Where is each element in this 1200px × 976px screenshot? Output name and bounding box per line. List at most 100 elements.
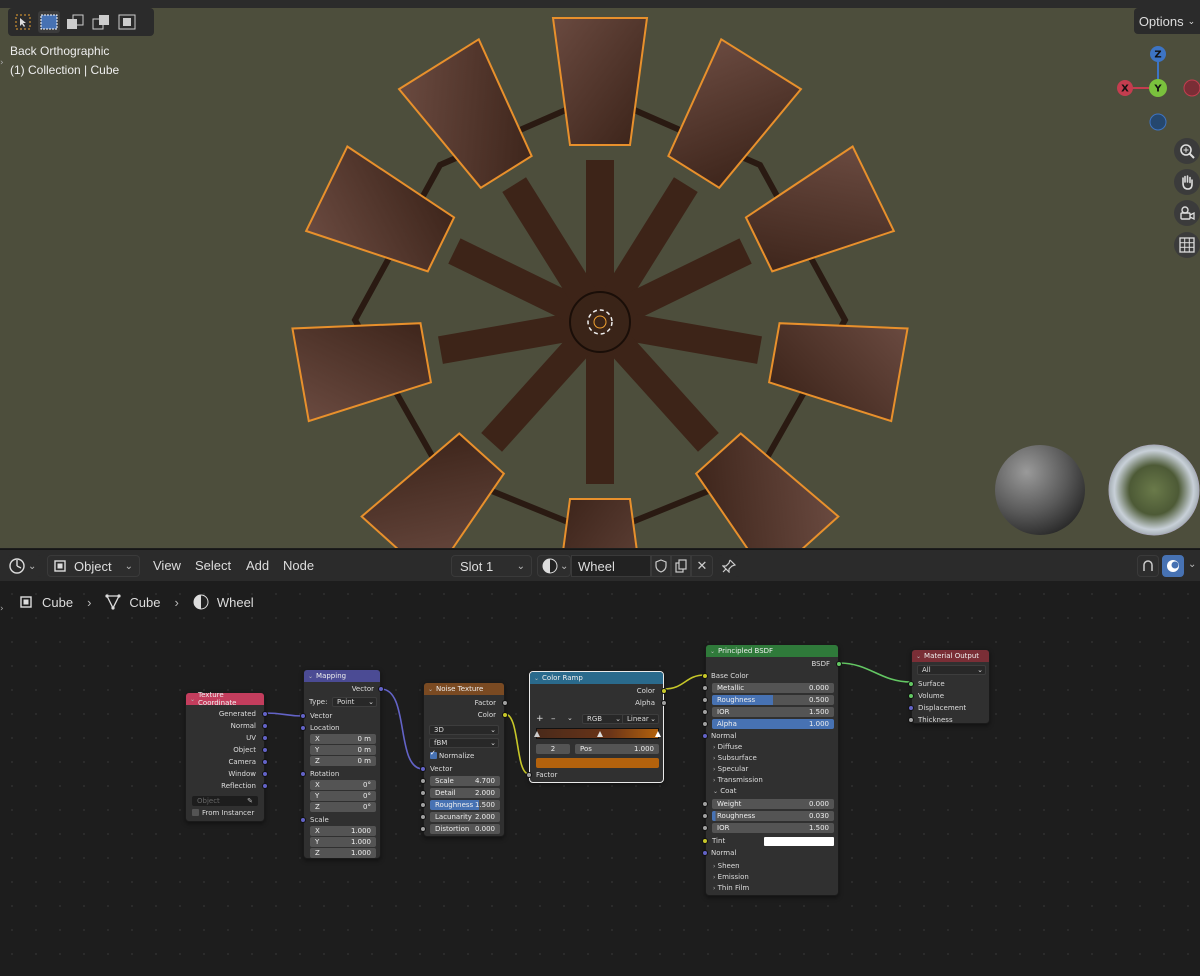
select-tool-icon[interactable] <box>12 11 34 33</box>
scale-z-field[interactable]: Z 1.000 <box>310 848 376 858</box>
detail-field[interactable]: Detail 2.000 <box>430 788 500 798</box>
socket-surface[interactable] <box>908 681 914 687</box>
panel-coat[interactable]: ⌄ Coat <box>713 786 736 796</box>
lacunarity-field[interactable]: Lacunarity 2.000 <box>430 812 500 822</box>
select-extend-icon[interactable] <box>64 11 86 33</box>
interpolation-dropdown[interactable]: Linear ⌄ <box>622 714 659 724</box>
select-subtract-icon[interactable] <box>90 11 112 33</box>
socket-factor-in[interactable] <box>526 772 532 778</box>
socket-lacunarity[interactable] <box>420 814 426 820</box>
socket-volume[interactable] <box>908 693 914 699</box>
panel-sheen[interactable]: › Sheen <box>713 861 740 871</box>
socket-roughness[interactable] <box>420 802 426 808</box>
scale-field[interactable]: Scale 4.700 <box>430 776 500 786</box>
editor-type-button[interactable]: ⌄ <box>8 555 42 577</box>
rotation-z-field[interactable]: Z 0° <box>310 802 376 812</box>
mapping-node[interactable]: ⌄ Mapping Vector Type: Point ⌄ Vector Loca… <box>300 669 384 859</box>
texture-coordinate-node[interactable]: ⌄ Texture Coordinate Generated Normal UV … <box>185 691 268 822</box>
scale-x-field[interactable]: X 1.000 <box>310 826 376 836</box>
pan-hand-icon[interactable] <box>1174 169 1200 195</box>
sidebar-expand-icon[interactable]: › <box>0 58 4 68</box>
camera-view-icon[interactable] <box>1174 200 1200 226</box>
principled-bsdf-node[interactable]: ⌄ Principled BSDF BSDF Base Color Metalli… <box>702 644 842 896</box>
socket-uv[interactable] <box>262 735 268 741</box>
from-instancer-checkbox[interactable] <box>192 809 199 816</box>
menu-select[interactable]: Select <box>195 558 231 573</box>
object-picker-field[interactable]: Object ✎ <box>192 796 258 806</box>
socket-normal[interactable] <box>262 723 268 729</box>
menu-view[interactable]: View <box>153 558 181 573</box>
noise-dimension-dropdown[interactable]: 3D ⌄ <box>429 725 499 735</box>
unlink-material-icon[interactable]: ✕ <box>691 555 713 577</box>
socket-color-out[interactable] <box>502 712 508 718</box>
location-y-field[interactable]: Y0 m <box>310 745 376 755</box>
tint-color-swatch[interactable] <box>764 837 834 846</box>
metallic-field[interactable]: Metallic 0.000 <box>712 683 834 693</box>
menu-add[interactable]: Add <box>246 558 269 573</box>
normalize-checkbox[interactable]: ✓ <box>430 749 437 759</box>
panel-transmission[interactable]: › Transmission <box>713 775 763 785</box>
socket-object[interactable] <box>262 747 268 753</box>
fake-user-shield-icon[interactable] <box>651 555 671 577</box>
socket-bsdf-out[interactable] <box>836 661 842 667</box>
coat-roughness-field[interactable]: Roughness 0.030 <box>712 811 834 821</box>
socket-coat-ior[interactable] <box>702 825 708 831</box>
socket-generated[interactable] <box>262 711 268 717</box>
noise-texture-node[interactable]: ⌄ Noise Texture Factor Color 3D ⌄ fBM ⌄ ✓ N… <box>420 682 508 837</box>
socket-reflection[interactable] <box>262 783 268 789</box>
socket-coat-normal[interactable] <box>702 850 708 856</box>
panel-thin-film[interactable]: › Thin Film <box>713 883 749 893</box>
roughness-field[interactable]: Roughness 0.500 <box>712 695 834 705</box>
socket-color-out[interactable] <box>661 688 667 694</box>
socket-normal[interactable] <box>702 733 708 739</box>
alpha-field[interactable]: Alpha 1.000 <box>712 719 834 729</box>
object-mode-dropdown[interactable]: Object ⌄ <box>47 555 140 577</box>
select-new-icon[interactable] <box>38 11 60 33</box>
socket-alpha[interactable] <box>702 721 708 727</box>
noise-type-dropdown[interactable]: fBM ⌄ <box>429 738 499 748</box>
socket-alpha-out[interactable] <box>661 700 667 706</box>
socket-coat-roughness[interactable] <box>702 813 708 819</box>
panel-specular[interactable]: › Specular <box>713 764 748 774</box>
material-name-field[interactable]: Wheel <box>571 555 651 577</box>
rotation-x-field[interactable]: X 0° <box>310 780 376 790</box>
remove-stop-button[interactable]: – <box>551 714 556 724</box>
socket-camera[interactable] <box>262 759 268 765</box>
material-browse-button[interactable]: ⌄ <box>537 555 571 577</box>
socket-base-color[interactable] <box>702 673 708 679</box>
mapping-type-dropdown[interactable]: Point ⌄ <box>332 697 377 707</box>
socket-window[interactable] <box>262 771 268 777</box>
panel-emission[interactable]: › Emission <box>713 872 749 882</box>
ramp-stop-left[interactable] <box>534 731 540 737</box>
slot-dropdown[interactable]: Slot 1 ⌄ <box>451 555 532 577</box>
coat-weight-field[interactable]: Weight 0.000 <box>712 799 834 809</box>
ortho-grid-icon[interactable] <box>1174 232 1200 258</box>
panel-diffuse[interactable]: › Diffuse <box>713 742 742 752</box>
socket-scale[interactable] <box>300 817 306 823</box>
stop-color-swatch[interactable] <box>536 758 659 768</box>
ramp-stop-right[interactable] <box>655 731 661 737</box>
overlay-dropdown-icon[interactable]: ⌄ <box>1188 559 1196 570</box>
socket-coat-weight[interactable] <box>702 801 708 807</box>
zoom-icon[interactable] <box>1174 138 1200 164</box>
socket-factor-out[interactable] <box>502 700 508 706</box>
duplicate-material-icon[interactable] <box>671 555 691 577</box>
material-output-node[interactable]: ⌄ Material Output All ⌄ Surface Volume Dis… <box>908 649 990 724</box>
active-stop-index-field[interactable]: 2 <box>536 744 570 754</box>
socket-roughness[interactable] <box>702 697 708 703</box>
roughness-field[interactable]: Roughness 1.500 <box>430 800 500 810</box>
socket-scale[interactable] <box>420 778 426 784</box>
socket-metallic[interactable] <box>702 685 708 691</box>
ramp-stop-middle[interactable] <box>597 731 603 737</box>
socket-rotation[interactable] <box>300 771 306 777</box>
snap-icon[interactable] <box>1137 555 1159 577</box>
socket-location[interactable] <box>300 725 306 731</box>
scale-y-field[interactable]: Y 1.000 <box>310 837 376 847</box>
socket-vector-in[interactable] <box>300 713 306 719</box>
overlay-toggle-icon[interactable] <box>1162 555 1184 577</box>
socket-vector-in[interactable] <box>420 766 426 772</box>
navigation-gizmo[interactable]: Z X Y <box>1110 40 1200 132</box>
color-mode-dropdown[interactable]: RGB ⌄ <box>582 714 624 724</box>
color-ramp-gradient[interactable] <box>534 728 661 739</box>
socket-distortion[interactable] <box>420 826 426 832</box>
